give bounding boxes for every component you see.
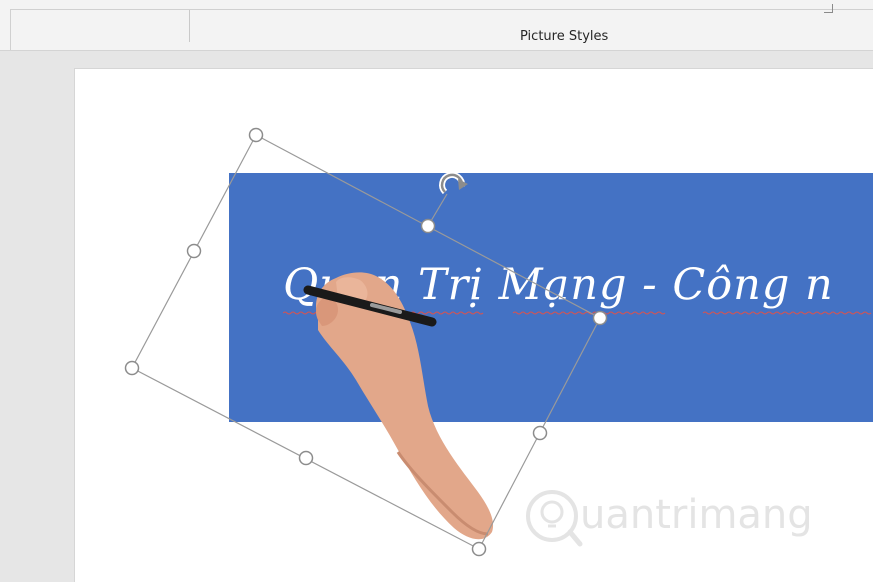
- resize-handle-bottom-left[interactable]: [124, 360, 140, 376]
- bulb-logo-icon: [526, 490, 583, 547]
- resize-handle-bottom-right[interactable]: [471, 541, 487, 557]
- resize-handle-top[interactable]: [420, 218, 436, 234]
- resize-handle-left[interactable]: [186, 243, 202, 259]
- resize-handle-top-left[interactable]: [248, 127, 264, 143]
- resize-handle-bottom[interactable]: [298, 450, 314, 466]
- resize-handle-top-right[interactable]: [592, 310, 608, 326]
- hand-with-pen-picture[interactable]: [303, 272, 494, 540]
- rotate-icon[interactable]: [439, 171, 468, 195]
- watermark-text: uantrimang: [580, 492, 813, 538]
- resize-handle-right[interactable]: [532, 425, 548, 441]
